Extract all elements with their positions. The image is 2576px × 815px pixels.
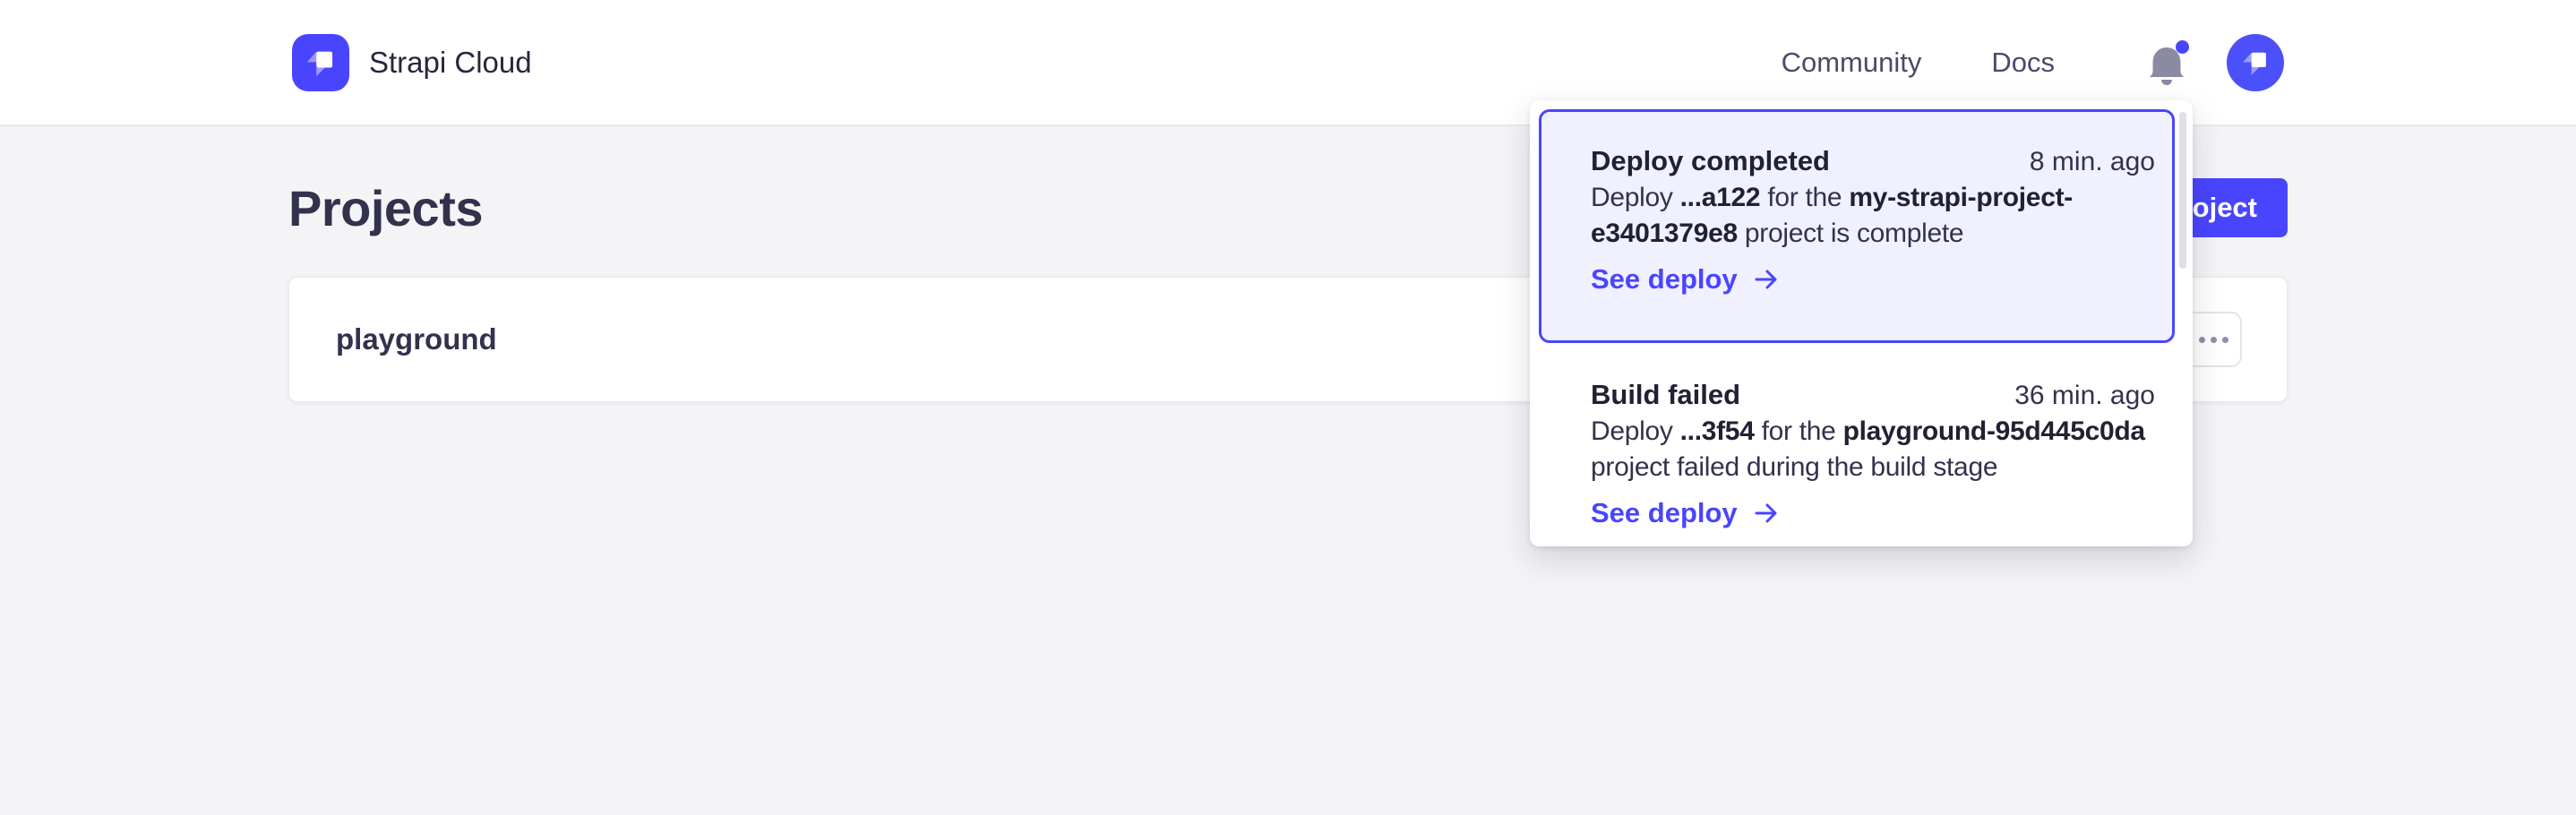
notification-title: Build failed (1591, 377, 1740, 413)
project-more-actions-button[interactable] (2185, 312, 2242, 367)
nav-link-docs[interactable]: Docs (1991, 47, 2055, 79)
notifications-bell-button[interactable] (2148, 31, 2189, 94)
user-avatar[interactable] (2227, 34, 2284, 91)
arrow-right-icon (1752, 499, 1781, 528)
arrow-right-icon (1752, 265, 1781, 294)
dropdown-scrollbar-thumb[interactable] (2179, 112, 2186, 269)
notification-message: Deploy ...3f54 for the playground-95d445… (1591, 414, 2155, 485)
notifications-list: Deploy completed 8 min. ago Deploy ...a1… (1539, 109, 2175, 556)
notification-timestamp: 8 min. ago (2030, 144, 2155, 180)
see-deploy-label: See deploy (1591, 263, 1738, 296)
avatar-strapi-glyph (2237, 45, 2273, 81)
nav-link-community[interactable]: Community (1782, 47, 1922, 79)
notification-timestamp: 36 min. ago (2014, 378, 2155, 414)
page-title: Projects (288, 179, 483, 237)
ellipsis-icon (2199, 337, 2205, 343)
notification-item[interactable]: Deploy completed 8 min. ago Deploy ...a1… (1539, 109, 2175, 343)
notification-item[interactable]: Build failed 36 min. ago Deploy ...3f54 … (1539, 343, 2175, 556)
see-deploy-label: See deploy (1591, 497, 1738, 529)
unread-indicator-dot (2176, 40, 2189, 54)
strapi-logo[interactable] (292, 34, 349, 91)
see-deploy-link[interactable]: See deploy (1591, 497, 1781, 529)
notification-header: Build failed 36 min. ago (1591, 377, 2155, 414)
notification-header: Deploy completed 8 min. ago (1591, 143, 2155, 180)
notification-title: Deploy completed (1591, 143, 1830, 179)
see-deploy-link[interactable]: See deploy (1591, 263, 1781, 296)
notification-message: Deploy ...a122 for the my-strapi-project… (1591, 180, 2155, 252)
notifications-dropdown: Deploy completed 8 min. ago Deploy ...a1… (1530, 100, 2193, 546)
brand-title: Strapi Cloud (369, 46, 532, 80)
